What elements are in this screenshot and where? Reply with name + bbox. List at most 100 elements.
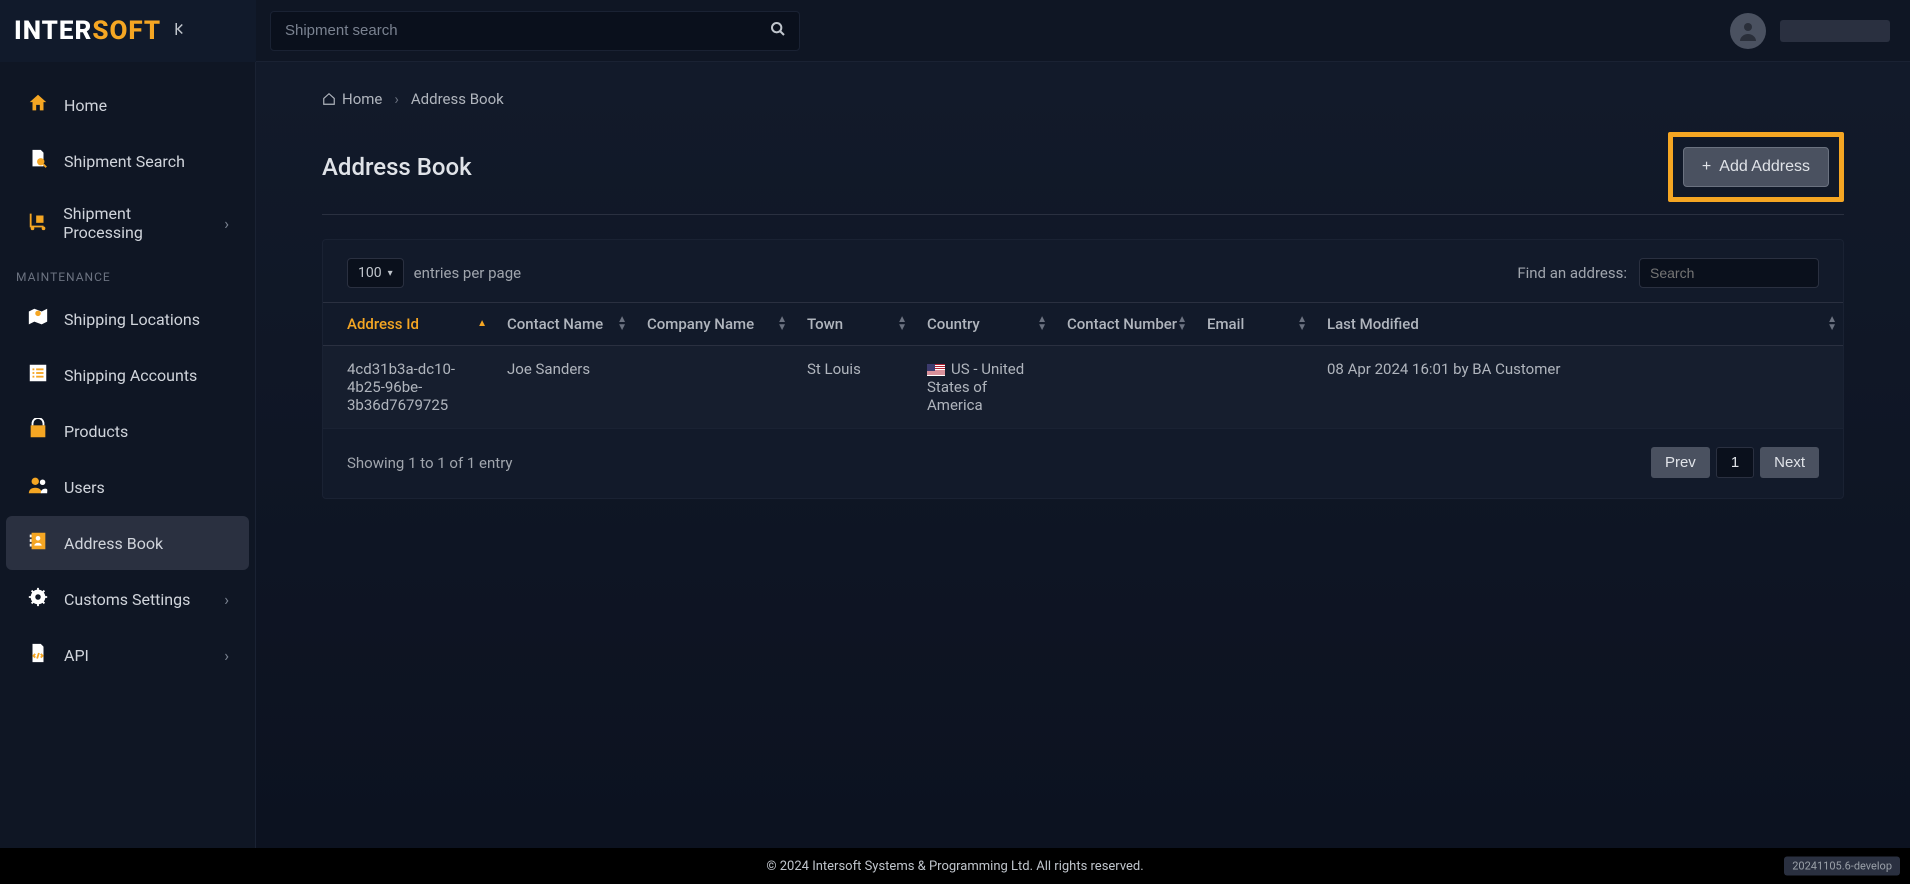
cell-town: St Louis [793, 346, 913, 429]
topbar: INTERSOFT [0, 0, 1910, 62]
footer-text: © 2024 Intersoft Systems & Programming L… [766, 859, 1143, 874]
footer: © 2024 Intersoft Systems & Programming L… [0, 848, 1910, 884]
brand-part2: SOFT [92, 16, 161, 46]
address-book-icon [26, 530, 50, 556]
nav-label: Address Book [64, 534, 163, 553]
breadcrumb-home-label: Home [342, 90, 382, 108]
chevron-right-icon: › [224, 214, 229, 233]
pager-prev[interactable]: Prev [1651, 447, 1710, 478]
sort-icon: ▲▼ [1177, 316, 1187, 332]
user-avatar[interactable] [1730, 13, 1766, 49]
nav-label: Customs Settings [64, 590, 190, 609]
breadcrumb-home[interactable]: Home [322, 90, 382, 108]
sort-icon: ▲▼ [617, 316, 627, 332]
add-address-highlight: + Add Address [1668, 132, 1844, 202]
nav-label: Home [64, 96, 107, 115]
nav-shipping-locations[interactable]: Shipping Locations [6, 292, 249, 346]
global-search-input[interactable] [270, 11, 800, 51]
nav-label: Products [64, 422, 128, 441]
gear-icon [26, 586, 50, 612]
sort-asc-icon: ▲ [477, 320, 487, 328]
map-pin-icon [26, 306, 50, 332]
nav-label: Shipment Processing [63, 204, 210, 242]
entries-value: 100 [358, 265, 382, 281]
brand-logo: INTERSOFT [14, 16, 161, 46]
topbar-right [1730, 13, 1890, 49]
nav-home[interactable]: Home [6, 78, 249, 132]
cell-email [1193, 346, 1313, 429]
showing-text: Showing 1 to 1 of 1 entry [347, 454, 513, 472]
cell-address-id: 4cd31b3a-dc10-4b25-96be-3b36d7679725 [323, 346, 493, 429]
sort-icon: ▲▼ [777, 316, 787, 332]
nav-shipping-accounts[interactable]: Shipping Accounts [6, 348, 249, 402]
col-company-name[interactable]: Company Name▲▼ [633, 303, 793, 346]
col-town[interactable]: Town▲▼ [793, 303, 913, 346]
build-version: 20241105.6-develop [1784, 857, 1900, 876]
cell-contact-name: Joe Sanders [493, 346, 633, 429]
nav-address-book[interactable]: Address Book [6, 516, 249, 570]
us-flag-icon [927, 364, 945, 376]
chevron-right-icon: › [394, 90, 399, 108]
username-display[interactable] [1780, 20, 1890, 42]
search-icon[interactable] [770, 21, 786, 41]
address-table-card: 100 ▾ entries per page Find an address: … [322, 239, 1844, 499]
table-row[interactable]: 4cd31b3a-dc10-4b25-96be-3b36d7679725 Joe… [323, 346, 1843, 429]
sort-icon: ▲▼ [1827, 316, 1837, 332]
table-controls: 100 ▾ entries per page Find an address: [323, 258, 1843, 302]
list-icon [26, 362, 50, 388]
chevron-right-icon: › [224, 646, 229, 665]
pager-page-1[interactable]: 1 [1716, 447, 1754, 478]
page-header: Address Book + Add Address [322, 132, 1874, 202]
nav-label: Shipping Accounts [64, 366, 197, 385]
sidebar-collapse-icon[interactable] [171, 19, 189, 43]
users-icon [26, 474, 50, 500]
col-last-modified[interactable]: Last Modified▲▼ [1313, 303, 1843, 346]
nav-api[interactable]: API › [6, 628, 249, 682]
nav-products[interactable]: Products [6, 404, 249, 458]
col-address-id[interactable]: Address Id ▲ [323, 303, 493, 346]
home-icon [322, 92, 336, 106]
document-search-icon [26, 148, 50, 174]
breadcrumb-current: Address Book [411, 90, 504, 108]
chevron-down-icon: ▾ [388, 268, 393, 279]
main-content: Home › Address Book Address Book + Add A… [256, 62, 1910, 848]
bag-icon [26, 418, 50, 444]
nav-label: Shipping Locations [64, 310, 200, 329]
code-icon [26, 642, 50, 668]
add-address-button[interactable]: + Add Address [1683, 147, 1829, 187]
col-contact-number[interactable]: Contact Number▲▼ [1053, 303, 1193, 346]
trolley-icon [26, 210, 49, 236]
find-address-input[interactable] [1639, 258, 1819, 288]
col-country[interactable]: Country▲▼ [913, 303, 1053, 346]
cell-contact-number [1053, 346, 1193, 429]
sidebar: Home Shipment Search Shipment Processing… [0, 62, 256, 848]
nav-shipment-processing[interactable]: Shipment Processing › [6, 190, 249, 256]
col-email[interactable]: Email▲▼ [1193, 303, 1313, 346]
nav-label: Users [64, 478, 105, 497]
brand-part1: INTER [14, 16, 92, 46]
sort-icon: ▲▼ [1037, 316, 1047, 332]
col-contact-name[interactable]: Contact Name▲▼ [493, 303, 633, 346]
global-search-wrap [270, 11, 800, 51]
page-title: Address Book [322, 153, 472, 181]
divider [322, 214, 1844, 215]
nav-users[interactable]: Users [6, 460, 249, 514]
breadcrumb: Home › Address Book [322, 90, 1874, 108]
entries-select[interactable]: 100 ▾ [347, 258, 404, 288]
cell-company-name [633, 346, 793, 429]
section-maintenance-label: MAINTENANCE [0, 258, 255, 290]
plus-icon: + [1702, 158, 1711, 176]
nav-shipment-search[interactable]: Shipment Search [6, 134, 249, 188]
pager-next[interactable]: Next [1760, 447, 1819, 478]
cell-last-modified: 08 Apr 2024 16:01 by BA Customer [1313, 346, 1843, 429]
nav-label: API [64, 646, 89, 665]
table-header-row: Address Id ▲ Contact Name▲▼ Company Name… [323, 303, 1843, 346]
nav-customs-settings[interactable]: Customs Settings › [6, 572, 249, 626]
nav-label: Shipment Search [64, 152, 185, 171]
sort-icon: ▲▼ [897, 316, 907, 332]
entries-suffix: entries per page [414, 264, 521, 282]
find-label: Find an address: [1517, 264, 1627, 282]
sort-icon: ▲▼ [1297, 316, 1307, 332]
logo-area: INTERSOFT [0, 0, 256, 62]
entries-per-page: 100 ▾ entries per page [347, 258, 521, 288]
